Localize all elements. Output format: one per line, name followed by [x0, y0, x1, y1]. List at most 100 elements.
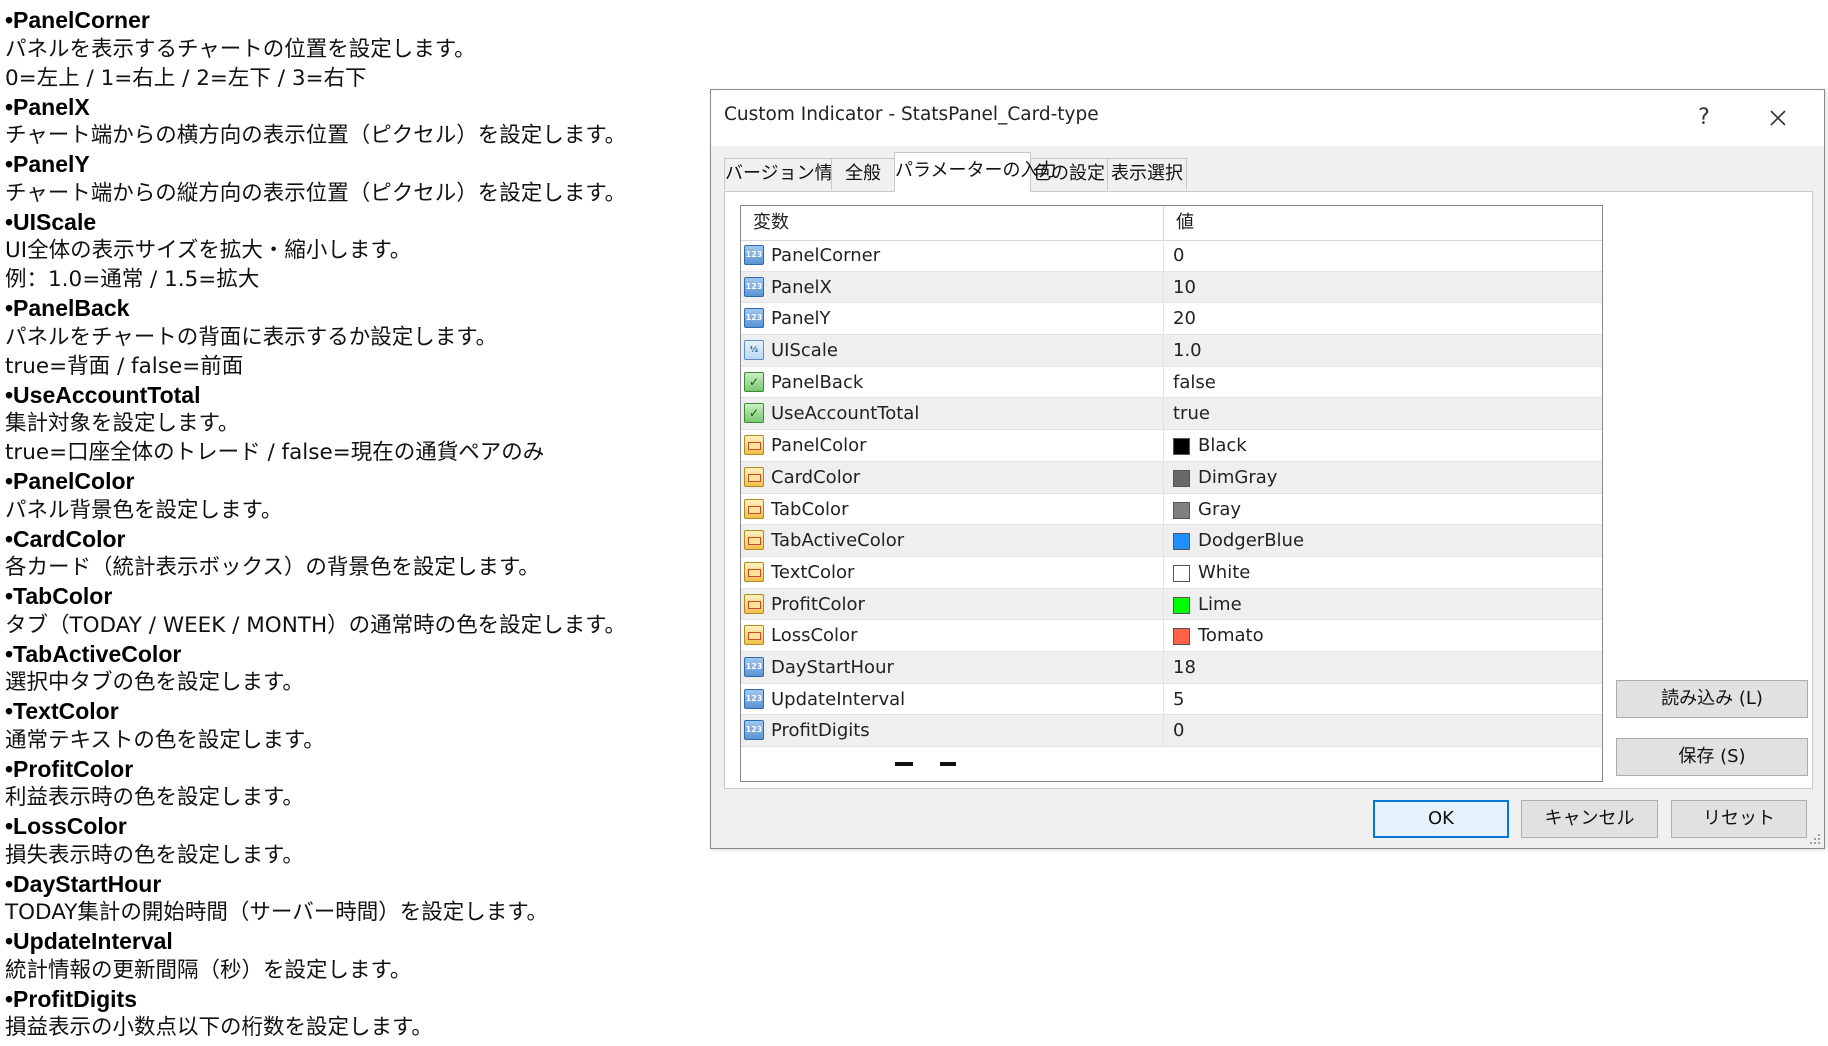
- color-swatch: [1173, 596, 1190, 614]
- parameter-value[interactable]: 5: [1173, 684, 1184, 715]
- integer-type-icon: 123: [744, 720, 764, 741]
- table-row[interactable]: 123 PanelY 20: [741, 303, 1602, 336]
- custom-indicator-dialog: Custom Indicator - StatsPanel_Card-type …: [710, 89, 1825, 849]
- table-row[interactable]: ✓ PanelBack false: [741, 366, 1602, 399]
- header-variable[interactable]: 変数: [741, 206, 1163, 240]
- integer-type-icon: 123: [744, 245, 764, 265]
- parameter-value[interactable]: 1.0: [1173, 335, 1202, 366]
- column-divider: [1163, 588, 1164, 620]
- tab-version-info[interactable]: バージョン情報: [724, 158, 851, 190]
- header-value[interactable]: 値: [1164, 206, 1602, 240]
- doc-param-name: •PanelCorner: [5, 7, 150, 33]
- parameter-name: CardColor: [771, 466, 861, 488]
- doc-param-name: •TextColor: [5, 698, 119, 724]
- table-row[interactable]: 123 PanelX 10: [741, 271, 1602, 304]
- parameter-value[interactable]: White: [1198, 557, 1250, 588]
- table-row[interactable]: 123 ProfitDigits 0: [741, 715, 1602, 747]
- color-swatch: [1173, 564, 1190, 582]
- doc-param-name: •PanelX: [5, 93, 90, 120]
- table-row[interactable]: 123 UpdateInterval 5: [741, 683, 1602, 716]
- close-icon: [1770, 110, 1786, 126]
- doc-description-line: チャート端からの縦方向の表示位置（ピクセル）を設定します。: [5, 180, 627, 206]
- column-divider: [1163, 271, 1164, 303]
- color-type-icon: [744, 593, 764, 614]
- parameter-value[interactable]: 20: [1173, 303, 1196, 334]
- color-swatch: [1173, 438, 1190, 456]
- tab-input-parameters[interactable]: パラメーターの入力: [894, 152, 1056, 192]
- parameters-grid[interactable]: 変数 値 123 PanelCorner 0 123 PanelX 10 123 PanelY…: [740, 205, 1603, 782]
- color-type-icon: [744, 466, 764, 487]
- column-divider: [1163, 303, 1164, 335]
- doc-description-line: チャート端からの横方向の表示位置（ピクセル）を設定します。: [5, 123, 627, 148]
- color-swatch: [1173, 469, 1190, 487]
- doc-entry: •UpdateInterval 統計情報の更新間隔（秒）を設定します。: [5, 927, 705, 985]
- help-button[interactable]: ?: [1684, 98, 1724, 138]
- doc-entry: •TabActiveColor 選択中タブの色を設定します。: [5, 640, 705, 698]
- table-row[interactable]: PanelColor Black: [741, 430, 1602, 462]
- table-row[interactable]: ½ UIScale 1.0: [741, 335, 1602, 367]
- column-divider: [1163, 493, 1164, 525]
- save-button[interactable]: 保存 (S): [1616, 738, 1808, 776]
- parameter-name: TabColor: [771, 498, 849, 520]
- parameter-value[interactable]: DodgerBlue: [1198, 525, 1304, 556]
- doc-description-line: 各カード（統計表示ボックス）の背景色を設定します。: [5, 555, 540, 580]
- cancel-button[interactable]: キャンセル: [1521, 800, 1658, 838]
- color-type-icon: [744, 625, 764, 646]
- doc-entry: •ProfitDigits 損益表示の小数点以下の桁数を設定します。: [5, 985, 705, 1043]
- parameter-value[interactable]: 10: [1173, 272, 1196, 303]
- tab-general[interactable]: 全般: [831, 158, 895, 190]
- doc-entry: •PanelY チャート端からの縦方向の表示位置（ピクセル）を設定します。: [5, 150, 705, 208]
- parameter-name: PanelColor: [771, 435, 867, 457]
- parameter-value[interactable]: true: [1173, 398, 1210, 429]
- parameter-value[interactable]: 0: [1173, 240, 1184, 271]
- table-row[interactable]: ✓ UseAccountTotal true: [741, 398, 1602, 431]
- parameter-name: LossColor: [771, 625, 858, 647]
- parameter-value[interactable]: Gray: [1198, 494, 1241, 525]
- doc-description-line: true=口座全体のトレード / false=現在の通貨ペアのみ: [5, 440, 545, 465]
- table-row[interactable]: TabActiveColor DodgerBlue: [741, 525, 1602, 557]
- parameter-value[interactable]: 18: [1173, 652, 1196, 683]
- column-divider: [1163, 335, 1164, 366]
- doc-param-name: •PanelBack: [5, 295, 130, 321]
- table-row[interactable]: CardColor DimGray: [741, 461, 1602, 494]
- integer-type-icon: 123: [744, 656, 764, 677]
- column-divider: [1163, 366, 1164, 398]
- doc-description-line: 損失表示時の色を設定します。: [5, 842, 304, 868]
- load-button[interactable]: 読み込み (L): [1616, 680, 1808, 718]
- background-chart-mark: [895, 762, 913, 766]
- parameter-value[interactable]: 0: [1173, 715, 1184, 746]
- background-chart-mark: [940, 762, 956, 766]
- doc-description-line: パネルを表示するチャートの位置を設定します。: [5, 36, 476, 62]
- doc-entry: •CardColor 各カード（統計表示ボックス）の背景色を設定します。: [5, 525, 705, 583]
- ok-button[interactable]: OK: [1373, 800, 1509, 838]
- resize-grip-icon[interactable]: [1809, 833, 1821, 845]
- parameter-value[interactable]: Lime: [1198, 589, 1242, 620]
- parameter-value[interactable]: Black: [1198, 430, 1247, 461]
- doc-description-line: true=背面 / false=前面: [5, 353, 244, 379]
- boolean-type-icon: ✓: [744, 403, 764, 424]
- table-row[interactable]: TextColor White: [741, 556, 1602, 589]
- parameter-name: PanelBack: [771, 371, 864, 393]
- tab-display-selection[interactable]: 表示選択: [1107, 158, 1187, 190]
- double-type-icon: ½: [744, 340, 764, 361]
- parameter-value[interactable]: false: [1173, 367, 1216, 398]
- parameter-name: PanelCorner: [771, 245, 881, 266]
- color-type-icon: [744, 530, 764, 551]
- table-row[interactable]: LossColor Tomato: [741, 620, 1602, 652]
- doc-description-line: 集計対象を設定します。: [5, 411, 240, 436]
- doc-param-name: •PanelColor: [5, 468, 135, 494]
- parameter-value[interactable]: DimGray: [1198, 462, 1277, 493]
- grid-rows: 123 PanelCorner 0 123 PanelX 10 123 PanelY 20 ½ UI…: [741, 240, 1602, 747]
- table-row[interactable]: TabColor Gray: [741, 493, 1602, 526]
- doc-param-name: •ProfitColor: [5, 755, 134, 782]
- reset-button[interactable]: リセット: [1671, 800, 1807, 838]
- table-row[interactable]: 123 DayStartHour 18: [741, 651, 1602, 684]
- doc-description-line: パネルをチャートの背面に表示するか設定します。: [5, 324, 498, 350]
- close-button[interactable]: [1758, 98, 1798, 138]
- parameter-name: ProfitDigits: [771, 720, 870, 742]
- doc-entry: •PanelBack パネルをチャートの背面に表示するか設定します。 true=背面…: [5, 294, 705, 381]
- column-divider: [1163, 461, 1164, 493]
- table-row[interactable]: ProfitColor Lime: [741, 588, 1602, 621]
- parameter-value[interactable]: Tomato: [1198, 620, 1264, 651]
- table-row[interactable]: 123 PanelCorner 0: [741, 240, 1602, 272]
